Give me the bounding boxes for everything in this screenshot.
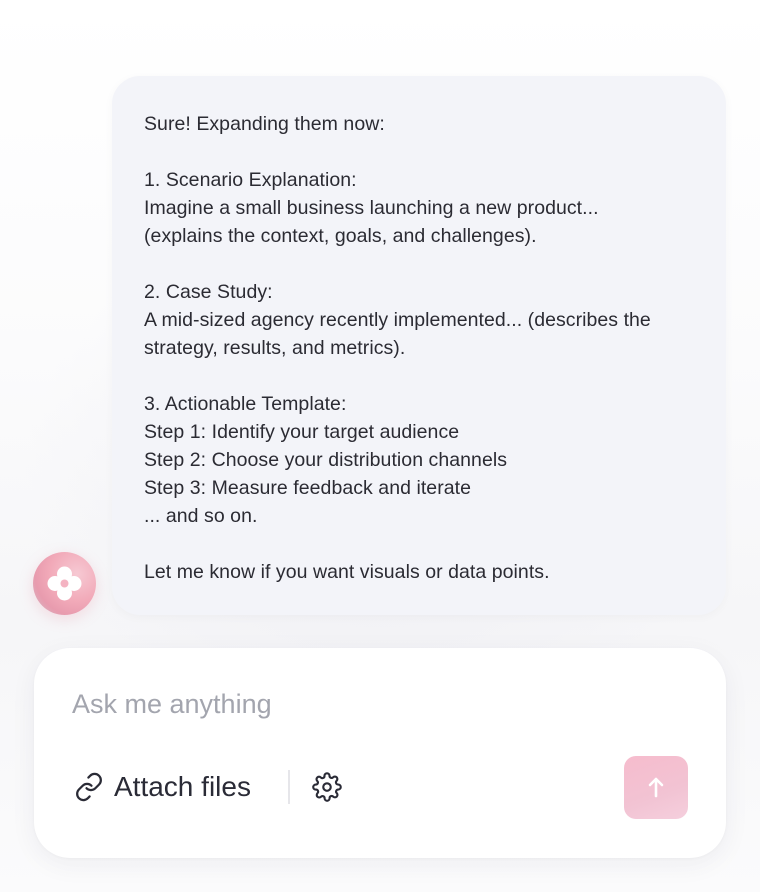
message-line: Step 1: Identify your target audience [144, 421, 460, 443]
message-line: 2. Case Study: [144, 281, 273, 303]
link-icon [76, 772, 102, 802]
gear-icon[interactable] [312, 772, 342, 802]
message-line: Step 2: Choose your distribution channel… [144, 449, 508, 471]
send-button[interactable] [624, 756, 688, 819]
message-line: A mid-sized agency recently implemented.… [144, 309, 651, 331]
message-line: Step 3: Measure feedback and iterate [144, 477, 472, 499]
message-line: strategy, results, and metrics). [144, 337, 406, 359]
assistant-avatar [33, 552, 96, 615]
flower-logo-icon [47, 566, 82, 601]
message-composer: Attach files [34, 648, 726, 858]
message-line: Imagine a small business launching a new… [144, 197, 599, 219]
message-line [144, 250, 694, 278]
attach-files-label: Attach files [114, 771, 251, 802]
assistant-message-bubble: Sure! Expanding them now: 1. Scenario Ex… [112, 76, 726, 615]
message-line: ... and so on. [144, 505, 258, 527]
message-line: Sure! Expanding them now: [144, 113, 385, 135]
toolbar-divider [288, 770, 290, 804]
message-line: 1. Scenario Explanation: [144, 169, 357, 191]
message-line [144, 138, 694, 166]
arrow-up-icon [648, 777, 664, 798]
assistant-message-text: Sure! Expanding them now: 1. Scenario Ex… [144, 110, 694, 586]
message-line [144, 362, 694, 390]
chat-screen: Sure! Expanding them now: 1. Scenario Ex… [0, 0, 760, 892]
message-line: 3. Actionable Template: [144, 393, 347, 415]
attach-files-button[interactable]: Attach files [74, 766, 251, 808]
message-line: (explains the context, goals, and challe… [144, 225, 537, 247]
message-input[interactable] [72, 682, 632, 726]
message-line: Let me know if you want visuals or data … [144, 561, 550, 583]
message-line [144, 530, 694, 558]
